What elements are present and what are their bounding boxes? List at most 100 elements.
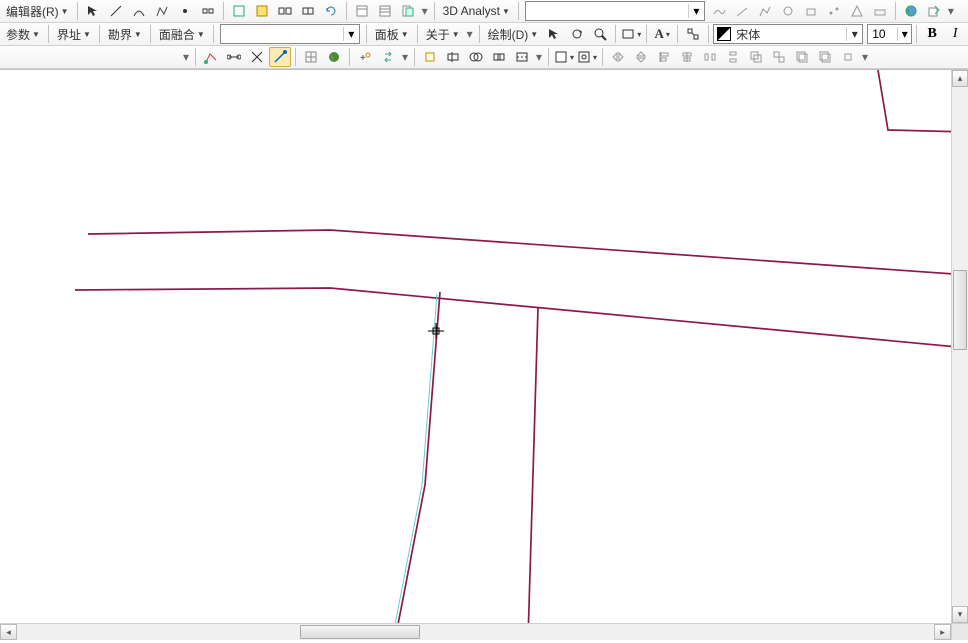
layout-rect-icon[interactable]: ▾ (553, 47, 575, 67)
separator (195, 48, 196, 66)
tin-tool-icon[interactable] (846, 1, 868, 21)
font-size-select[interactable]: 10 ▾ (867, 24, 912, 44)
scroll-down-button[interactable]: ▾ (952, 606, 968, 623)
direction-distance-tool-icon[interactable] (269, 47, 291, 67)
toolbar-overflow-icon[interactable]: ▾ (400, 47, 410, 67)
union-icon[interactable] (488, 47, 510, 67)
sketch-properties-icon[interactable] (374, 1, 396, 21)
polyline-tool-icon[interactable] (151, 1, 173, 21)
surface-tool-icon[interactable] (869, 1, 891, 21)
zoom-to-element-icon[interactable] (589, 24, 611, 44)
facemerge-menu[interactable]: 面融合 ▼ (155, 24, 209, 44)
trace-tool-icon[interactable] (200, 47, 222, 67)
font-size-value: 10 (868, 27, 897, 41)
point-tool-icon[interactable] (174, 1, 196, 21)
text-tool-icon[interactable]: A ▾ (651, 24, 673, 44)
dissolve-icon[interactable] (511, 47, 533, 67)
slope-tool-icon[interactable] (731, 1, 753, 21)
create-features-icon[interactable] (397, 1, 419, 21)
scroll-up-button[interactable]: ▴ (952, 70, 968, 87)
panel-menu[interactable]: 面板 ▼ (371, 24, 413, 44)
layout-zoom-icon[interactable]: ▾ (576, 47, 598, 67)
font-name-select[interactable]: 宋体 ▾ (713, 24, 863, 44)
toolbar-overflow-icon[interactable]: ▾ (946, 1, 956, 21)
distribute-v-icon[interactable] (722, 47, 744, 67)
viewshed-tool-icon[interactable] (777, 1, 799, 21)
toolbar-overflow-icon[interactable]: ▾ (181, 47, 191, 67)
scroll-right-button[interactable]: ▸ (934, 624, 951, 640)
attributes-icon[interactable] (351, 1, 373, 21)
layer-select[interactable]: ▾ (525, 1, 705, 21)
add-xy-icon[interactable]: + (354, 47, 376, 67)
task-select[interactable]: ▾ (220, 24, 360, 44)
vertex-edit-icon[interactable] (197, 1, 219, 21)
segment-tool-icon[interactable] (105, 1, 127, 21)
dropdown-arrow-icon: ▾ (593, 53, 597, 62)
feature-lines (75, 70, 968, 640)
align-center-icon[interactable] (676, 47, 698, 67)
toolbar-overflow-icon[interactable]: ▾ (465, 24, 475, 44)
bold-button[interactable]: B (921, 24, 943, 44)
arc-tool-icon[interactable] (128, 1, 150, 21)
scroll-thumb[interactable] (953, 270, 967, 350)
vertical-scrollbar[interactable]: ▴ ▾ (951, 70, 968, 623)
rotate-element-icon[interactable] (566, 24, 588, 44)
scroll-thumb[interactable] (300, 625, 420, 639)
distribute-h-icon[interactable] (699, 47, 721, 67)
split-icon[interactable] (274, 1, 296, 21)
draw-menu[interactable]: 绘制(D) ▼ (484, 24, 543, 44)
boundary-menu[interactable]: 界址 ▼ (53, 24, 95, 44)
interpolate-tool-icon[interactable] (823, 1, 845, 21)
ungroup-icon[interactable] (768, 47, 790, 67)
params-menu-label: 参数 (6, 26, 30, 43)
cut-polygon-icon[interactable] (228, 1, 250, 21)
separator (150, 25, 151, 43)
flip-v-icon[interactable] (630, 47, 652, 67)
nudge-icon[interactable] (837, 47, 859, 67)
clip-icon[interactable] (442, 47, 464, 67)
separator (417, 25, 418, 43)
buffer-wizard-icon[interactable] (419, 47, 441, 67)
intersect-icon[interactable] (465, 47, 487, 67)
italic-button[interactable]: I (944, 24, 966, 44)
reshape-icon[interactable] (251, 1, 273, 21)
horizontal-scrollbar[interactable]: ◂ ▸ (0, 623, 951, 640)
export-icon[interactable] (923, 1, 945, 21)
flip-h-icon[interactable] (607, 47, 629, 67)
dropdown-arrow-icon: ▾ (897, 27, 911, 41)
reverse-icon[interactable] (377, 47, 399, 67)
profile-tool-icon[interactable] (754, 1, 776, 21)
align-left-icon[interactable] (653, 47, 675, 67)
intersection-tool-icon[interactable] (246, 47, 268, 67)
rotate-icon[interactable] (320, 1, 342, 21)
separator (646, 25, 647, 43)
merge-icon[interactable] (297, 1, 319, 21)
extrude-tool-icon[interactable] (800, 1, 822, 21)
select-element-icon[interactable] (543, 24, 565, 44)
map-canvas[interactable] (0, 70, 968, 640)
toolbar-overflow-icon[interactable]: ▾ (420, 1, 430, 21)
toolbar-overflow-icon[interactable]: ▾ (860, 47, 870, 67)
send-back-icon[interactable] (814, 47, 836, 67)
about-menu[interactable]: 关于 ▼ (422, 24, 464, 44)
svg-text:+: + (360, 53, 366, 64)
boundary-menu-label: 界址 (57, 26, 81, 43)
midpoint-tool-icon[interactable] (223, 47, 245, 67)
scroll-left-button[interactable]: ◂ (0, 624, 17, 640)
globe-icon[interactable] (900, 1, 922, 21)
globe-small-icon[interactable] (323, 47, 345, 67)
analyst-menu[interactable]: 3D Analyst ▼ (439, 1, 514, 21)
group-icon[interactable] (745, 47, 767, 67)
params-menu[interactable]: 参数 ▼ (2, 24, 44, 44)
pointer-tool-icon[interactable] (82, 1, 104, 21)
toolbar-overflow-icon[interactable]: ▾ (534, 47, 544, 67)
survey-menu[interactable]: 勘界 ▼ (104, 24, 146, 44)
rectangle-tool-icon[interactable]: ▾ (620, 24, 642, 44)
contour-tool-icon[interactable] (708, 1, 730, 21)
dropdown-arrow-icon: ▼ (134, 30, 142, 39)
edit-vertices-icon[interactable] (682, 24, 704, 44)
dropdown-arrow-icon: ▾ (666, 30, 670, 39)
editor-menu[interactable]: 编辑器(R) ▼ (2, 1, 73, 21)
grid-tool-icon[interactable] (300, 47, 322, 67)
bring-front-icon[interactable] (791, 47, 813, 67)
